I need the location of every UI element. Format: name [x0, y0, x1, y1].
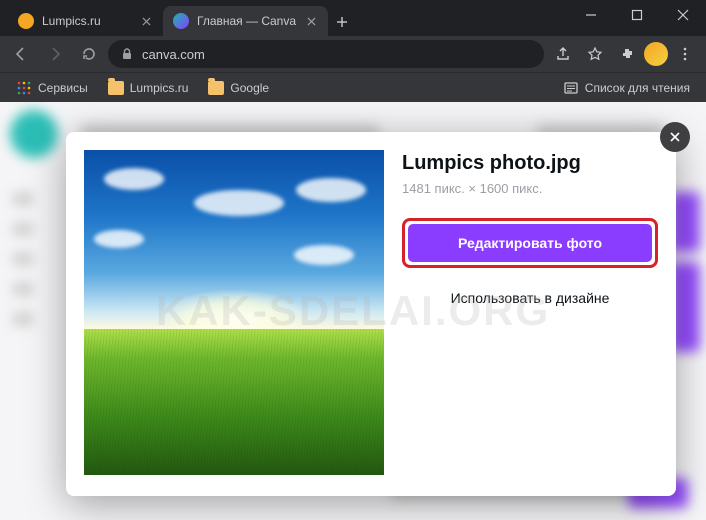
- tab-lumpics[interactable]: Lumpics.ru: [8, 6, 163, 36]
- reading-list-label: Список для чтения: [585, 81, 690, 95]
- reading-list-icon: [563, 80, 579, 96]
- close-icon[interactable]: [304, 14, 318, 28]
- url-text: canva.com: [142, 47, 205, 62]
- profile-avatar[interactable]: [644, 42, 668, 66]
- url-field[interactable]: canva.com: [108, 40, 544, 68]
- share-button[interactable]: [548, 39, 578, 69]
- bookmark-folder-lumpics[interactable]: Lumpics.ru: [100, 77, 197, 99]
- window-minimize-button[interactable]: [568, 0, 614, 30]
- image-preview: [84, 150, 384, 475]
- bookmark-label: Google: [230, 81, 269, 95]
- menu-button[interactable]: [670, 39, 700, 69]
- page-viewport: Lumpics photo.jpg 1481 пикс. × 1600 пикс…: [0, 102, 706, 520]
- apps-icon: [16, 80, 32, 96]
- window-maximize-button[interactable]: [614, 0, 660, 30]
- use-in-design-button[interactable]: Использовать в дизайне: [402, 282, 658, 314]
- address-bar: canva.com: [0, 36, 706, 72]
- toolbar-actions: [548, 39, 700, 69]
- tab-title: Lumpics.ru: [42, 14, 131, 28]
- bookmarks-bar: Сервисы Lumpics.ru Google Список для чте…: [0, 72, 706, 102]
- reading-list-button[interactable]: Список для чтения: [555, 76, 698, 100]
- window-close-button[interactable]: [660, 0, 706, 30]
- lock-icon: [120, 47, 134, 61]
- file-details: Lumpics photo.jpg 1481 пикс. × 1600 пикс…: [402, 150, 658, 478]
- modal-close-button[interactable]: [660, 122, 690, 152]
- apps-label: Сервисы: [38, 81, 88, 95]
- close-icon[interactable]: [139, 14, 153, 28]
- window-controls: [568, 0, 706, 30]
- apps-button[interactable]: Сервисы: [8, 76, 96, 100]
- favicon-icon: [173, 13, 189, 29]
- new-tab-button[interactable]: [328, 8, 356, 36]
- file-dimensions: 1481 пикс. × 1600 пикс.: [402, 181, 658, 196]
- forward-button[interactable]: [40, 39, 70, 69]
- back-button[interactable]: [6, 39, 36, 69]
- tab-title: Главная — Canva: [197, 14, 296, 28]
- folder-icon: [108, 81, 124, 95]
- tab-canva[interactable]: Главная — Canva: [163, 6, 328, 36]
- upload-modal: Lumpics photo.jpg 1481 пикс. × 1600 пикс…: [66, 132, 676, 496]
- edit-photo-button[interactable]: Редактировать фото: [408, 224, 652, 262]
- bookmark-label: Lumpics.ru: [130, 81, 189, 95]
- folder-icon: [208, 81, 224, 95]
- bookmark-folder-google[interactable]: Google: [200, 77, 277, 99]
- bookmark-star-button[interactable]: [580, 39, 610, 69]
- reload-button[interactable]: [74, 39, 104, 69]
- highlight-frame: Редактировать фото: [402, 218, 658, 268]
- file-name: Lumpics photo.jpg: [402, 152, 658, 175]
- extensions-button[interactable]: [612, 39, 642, 69]
- favicon-icon: [18, 13, 34, 29]
